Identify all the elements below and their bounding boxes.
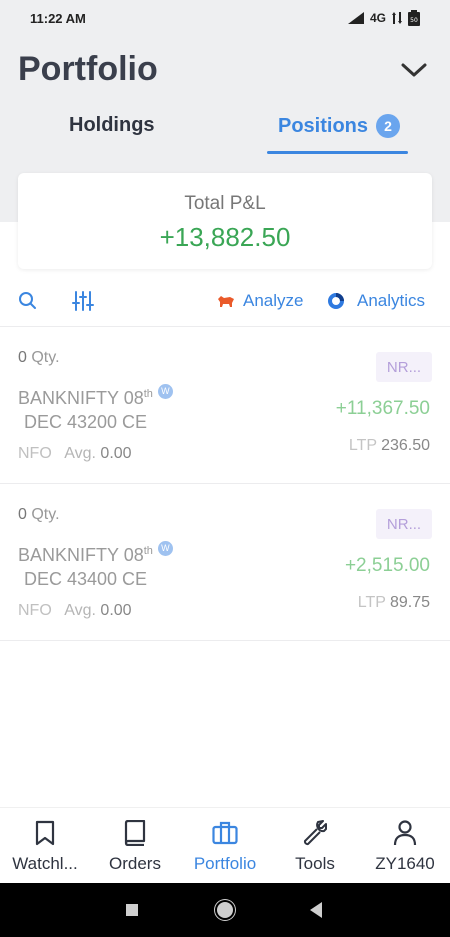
bookmark-icon	[32, 820, 58, 846]
position-qty: 0 Qty.	[18, 349, 60, 367]
network-type: 4G	[369, 11, 386, 25]
total-pnl-label: Total P&L	[184, 193, 266, 214]
wrench-icon	[302, 820, 328, 846]
analyze-button[interactable]: Analyze	[217, 291, 303, 311]
qty-value: 0	[18, 506, 27, 523]
qty-label: Qty.	[31, 349, 60, 366]
avg-value: 0.00	[100, 602, 132, 619]
account-switcher-button[interactable]	[400, 58, 428, 82]
avg-value: 0.00	[100, 445, 132, 462]
position-row[interactable]: 0 Qty. BANKNIFTY 08th W DEC 43200 CE NFO …	[0, 327, 450, 483]
analytics-label: Analytics	[357, 291, 426, 310]
status-time: 11:22 AM	[30, 11, 86, 26]
active-tab-indicator	[267, 151, 408, 154]
back-button[interactable]	[310, 902, 322, 918]
tab-positions[interactable]: Positions 2	[278, 114, 401, 138]
qty-value: 0	[18, 349, 27, 366]
position-ltp: LTP 236.50	[349, 437, 430, 455]
nav-label: Watchl...	[12, 854, 78, 873]
exchange-label: NFO	[18, 445, 52, 462]
bottom-nav: Watchl... Orders Portfolio Tools ZY1640	[0, 807, 450, 883]
total-pnl-value: +13,882.50	[159, 222, 291, 252]
battery-icon: 50	[408, 10, 420, 26]
symbol-name: BANKNIFTY 08	[18, 545, 144, 565]
analyze-label: Analyze	[243, 291, 304, 310]
symbol-name: BANKNIFTY 08	[18, 388, 144, 408]
symbol-suffix: th	[143, 388, 153, 400]
position-ltp: LTP 89.75	[358, 594, 430, 612]
status-icons: 4G 50	[347, 10, 420, 26]
position-symbol: BANKNIFTY 08th W DEC 43400 CE	[18, 539, 173, 591]
avg-label: Avg.	[64, 445, 96, 462]
symbol-contract: DEC 43200 CE	[24, 412, 148, 432]
nav-watchlist[interactable]: Watchl...	[0, 808, 90, 884]
qty-label: Qty.	[31, 506, 60, 523]
nav-label: Orders	[109, 854, 161, 873]
product-type-chip: NR...	[376, 352, 432, 382]
total-pnl-card: Total P&L +13,882.50	[18, 173, 432, 269]
analytics-ring-icon	[328, 293, 344, 309]
position-symbol: BANKNIFTY 08th W DEC 43200 CE	[18, 382, 173, 434]
ltp-label: LTP	[357, 594, 386, 611]
nav-orders[interactable]: Orders	[90, 808, 180, 884]
page-title: Portfolio	[18, 50, 158, 88]
recents-button[interactable]	[126, 904, 138, 916]
tab-positions-label: Positions	[278, 114, 369, 137]
position-qty: 0 Qty.	[18, 506, 60, 524]
battery-level: 50	[410, 17, 418, 24]
search-icon	[19, 292, 36, 309]
home-button[interactable]	[217, 902, 233, 918]
chevron-down-icon	[401, 63, 427, 77]
briefcase-icon	[212, 820, 238, 846]
ltp-value: 236.50	[381, 437, 430, 454]
divider	[0, 640, 450, 641]
nav-profile[interactable]: ZY1640	[360, 808, 450, 884]
symbol-suffix: th	[143, 545, 153, 557]
nav-tools[interactable]: Tools	[270, 808, 360, 884]
symbol-contract: DEC 43400 CE	[24, 569, 148, 589]
sliders-icon	[72, 291, 94, 311]
tab-holdings[interactable]: Holdings	[69, 114, 155, 137]
nav-portfolio[interactable]: Portfolio	[180, 808, 270, 884]
weekly-badge: W	[157, 384, 173, 399]
ltp-value: 89.75	[389, 594, 430, 611]
exchange-label: NFO	[18, 602, 52, 619]
position-meta: NFO Avg. 0.00	[18, 602, 132, 620]
book-icon	[122, 820, 148, 846]
position-pnl: +2,515.00	[344, 555, 430, 576]
position-pnl: +11,367.50	[335, 398, 430, 419]
positions-toolbar: Analyze Analytics	[0, 284, 450, 324]
search-button[interactable]	[18, 291, 38, 316]
nav-label: ZY1640	[375, 854, 435, 873]
data-arrows-icon	[392, 12, 402, 24]
avg-label: Avg.	[64, 602, 96, 619]
signal-icon	[347, 12, 364, 24]
system-nav-bar	[0, 883, 450, 937]
product-type-chip: NR...	[376, 509, 432, 539]
nav-label: Tools	[295, 854, 335, 873]
analytics-button[interactable]: Analytics	[327, 291, 425, 311]
status-bar: 11:22 AM 4G 50	[0, 0, 450, 40]
positions-count-badge: 2	[376, 114, 401, 138]
weekly-badge: W	[157, 541, 173, 556]
position-meta: NFO Avg. 0.00	[18, 445, 132, 463]
user-icon	[392, 820, 418, 846]
nav-label: Portfolio	[193, 854, 257, 873]
position-row[interactable]: 0 Qty. BANKNIFTY 08th W DEC 43400 CE NFO …	[0, 484, 450, 640]
filter-button[interactable]	[72, 290, 94, 317]
bull-icon	[218, 296, 234, 307]
ltp-label: LTP	[348, 437, 378, 454]
